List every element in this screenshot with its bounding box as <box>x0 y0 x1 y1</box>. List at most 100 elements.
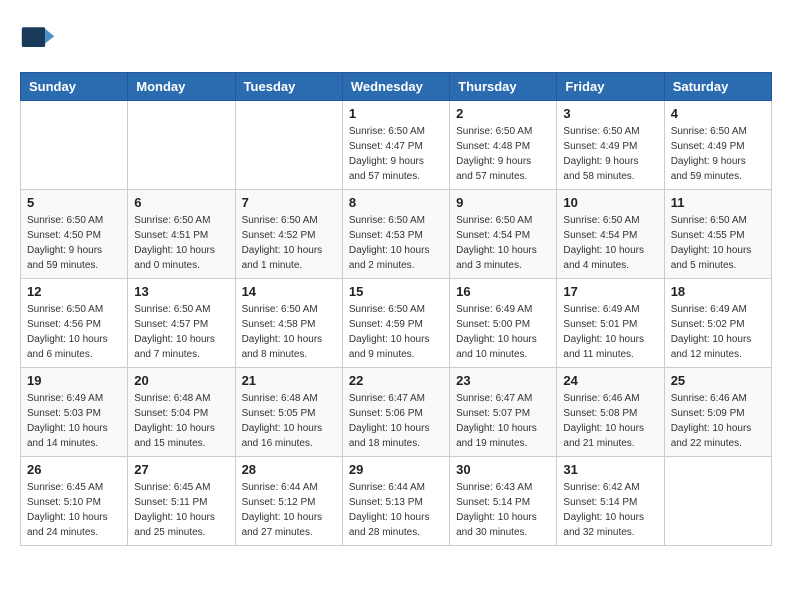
column-header-sunday: Sunday <box>21 73 128 101</box>
day-info: Sunrise: 6:46 AM Sunset: 5:08 PM Dayligh… <box>563 391 657 451</box>
day-number: 15 <box>349 284 443 299</box>
calendar-day <box>128 101 235 190</box>
day-number: 19 <box>27 373 121 388</box>
day-number: 25 <box>671 373 765 388</box>
day-number: 7 <box>242 195 336 210</box>
day-number: 4 <box>671 106 765 121</box>
calendar-day: 4 Sunrise: 6:50 AM Sunset: 4:49 PM Daylig… <box>664 101 771 190</box>
calendar-day: 22Sunrise: 6:47 AM Sunset: 5:06 PM Dayli… <box>342 368 449 457</box>
day-number: 27 <box>134 462 228 477</box>
column-header-wednesday: Wednesday <box>342 73 449 101</box>
column-header-friday: Friday <box>557 73 664 101</box>
day-number: 24 <box>563 373 657 388</box>
logo-icon <box>20 20 56 56</box>
day-number: 12 <box>27 284 121 299</box>
calendar-day: 3 Sunrise: 6:50 AM Sunset: 4:49 PM Daylig… <box>557 101 664 190</box>
day-number: 6 <box>134 195 228 210</box>
calendar-day: 16 Sunrise: 6:49 AM Sunset: 5:00 PM Dayli… <box>450 279 557 368</box>
day-number: 31 <box>563 462 657 477</box>
calendar-day: 29Sunrise: 6:44 AM Sunset: 5:13 PM Dayli… <box>342 457 449 546</box>
day-info: Sunrise: 6:50 AM Sunset: 4:51 PM Dayligh… <box>134 213 228 273</box>
calendar-day <box>21 101 128 190</box>
day-info: Sunrise: 6:48 AM Sunset: 5:04 PM Dayligh… <box>134 391 228 451</box>
calendar-week-4: 19 Sunrise: 6:49 AM Sunset: 5:03 PM Dayli… <box>21 368 772 457</box>
day-info: Sunrise: 6:49 AM Sunset: 5:03 PM Dayligh… <box>27 391 121 451</box>
day-info: Sunrise: 6:50 AM Sunset: 4:52 PM Dayligh… <box>242 213 336 273</box>
day-info: Sunrise: 6:50 AM Sunset: 4:56 PM Dayligh… <box>27 302 121 362</box>
day-info: Sunrise: 6:49 AM Sunset: 5:00 PM Dayligh… <box>456 302 550 362</box>
calendar-day: 11Sunrise: 6:50 AM Sunset: 4:55 PM Dayli… <box>664 190 771 279</box>
calendar-day: 18 Sunrise: 6:49 AM Sunset: 5:02 PM Dayli… <box>664 279 771 368</box>
calendar-day: 28 Sunrise: 6:44 AM Sunset: 5:12 PM Dayli… <box>235 457 342 546</box>
calendar-day <box>235 101 342 190</box>
logo <box>20 20 60 56</box>
day-number: 14 <box>242 284 336 299</box>
calendar-day: 31Sunrise: 6:42 AM Sunset: 5:14 PM Dayli… <box>557 457 664 546</box>
calendar-day: 1 Sunrise: 6:50 AM Sunset: 4:47 PM Daylig… <box>342 101 449 190</box>
day-info: Sunrise: 6:50 AM Sunset: 4:50 PM Dayligh… <box>27 213 121 273</box>
day-info: Sunrise: 6:50 AM Sunset: 4:58 PM Dayligh… <box>242 302 336 362</box>
column-header-saturday: Saturday <box>664 73 771 101</box>
day-number: 26 <box>27 462 121 477</box>
day-number: 20 <box>134 373 228 388</box>
day-info: Sunrise: 6:50 AM Sunset: 4:59 PM Dayligh… <box>349 302 443 362</box>
day-number: 1 <box>349 106 443 121</box>
calendar-day: 24 Sunrise: 6:46 AM Sunset: 5:08 PM Dayli… <box>557 368 664 457</box>
day-info: Sunrise: 6:50 AM Sunset: 4:55 PM Dayligh… <box>671 213 765 273</box>
column-header-thursday: Thursday <box>450 73 557 101</box>
day-number: 8 <box>349 195 443 210</box>
column-header-tuesday: Tuesday <box>235 73 342 101</box>
day-info: Sunrise: 6:50 AM Sunset: 4:47 PM Dayligh… <box>349 124 443 184</box>
day-number: 21 <box>242 373 336 388</box>
page-header <box>20 20 772 56</box>
calendar-day: 7 Sunrise: 6:50 AM Sunset: 4:52 PM Daylig… <box>235 190 342 279</box>
day-info: Sunrise: 6:50 AM Sunset: 4:54 PM Dayligh… <box>456 213 550 273</box>
calendar-day: 8 Sunrise: 6:50 AM Sunset: 4:53 PM Daylig… <box>342 190 449 279</box>
day-info: Sunrise: 6:44 AM Sunset: 5:13 PM Dayligh… <box>349 480 443 540</box>
calendar-day: 6 Sunrise: 6:50 AM Sunset: 4:51 PM Daylig… <box>128 190 235 279</box>
calendar-week-1: 1 Sunrise: 6:50 AM Sunset: 4:47 PM Daylig… <box>21 101 772 190</box>
day-info: Sunrise: 6:45 AM Sunset: 5:11 PM Dayligh… <box>134 480 228 540</box>
day-info: Sunrise: 6:43 AM Sunset: 5:14 PM Dayligh… <box>456 480 550 540</box>
day-number: 16 <box>456 284 550 299</box>
day-number: 13 <box>134 284 228 299</box>
calendar-day: 5 Sunrise: 6:50 AM Sunset: 4:50 PM Daylig… <box>21 190 128 279</box>
day-number: 17 <box>563 284 657 299</box>
day-info: Sunrise: 6:50 AM Sunset: 4:53 PM Dayligh… <box>349 213 443 273</box>
calendar-day: 13 Sunrise: 6:50 AM Sunset: 4:57 PM Dayli… <box>128 279 235 368</box>
day-number: 2 <box>456 106 550 121</box>
calendar-day: 10Sunrise: 6:50 AM Sunset: 4:54 PM Dayli… <box>557 190 664 279</box>
day-number: 23 <box>456 373 550 388</box>
calendar-day: 17 Sunrise: 6:49 AM Sunset: 5:01 PM Dayli… <box>557 279 664 368</box>
day-info: Sunrise: 6:44 AM Sunset: 5:12 PM Dayligh… <box>242 480 336 540</box>
day-info: Sunrise: 6:46 AM Sunset: 5:09 PM Dayligh… <box>671 391 765 451</box>
day-info: Sunrise: 6:50 AM Sunset: 4:49 PM Dayligh… <box>563 124 657 184</box>
calendar-day: 26 Sunrise: 6:45 AM Sunset: 5:10 PM Dayli… <box>21 457 128 546</box>
calendar-day: 15 Sunrise: 6:50 AM Sunset: 4:59 PM Dayli… <box>342 279 449 368</box>
day-info: Sunrise: 6:49 AM Sunset: 5:02 PM Dayligh… <box>671 302 765 362</box>
calendar-week-3: 12 Sunrise: 6:50 AM Sunset: 4:56 PM Dayli… <box>21 279 772 368</box>
day-info: Sunrise: 6:45 AM Sunset: 5:10 PM Dayligh… <box>27 480 121 540</box>
day-info: Sunrise: 6:50 AM Sunset: 4:48 PM Dayligh… <box>456 124 550 184</box>
day-number: 9 <box>456 195 550 210</box>
day-number: 28 <box>242 462 336 477</box>
calendar-week-5: 26 Sunrise: 6:45 AM Sunset: 5:10 PM Dayli… <box>21 457 772 546</box>
day-number: 10 <box>563 195 657 210</box>
calendar-day: 9 Sunrise: 6:50 AM Sunset: 4:54 PM Daylig… <box>450 190 557 279</box>
column-header-monday: Monday <box>128 73 235 101</box>
calendar-day: 30Sunrise: 6:43 AM Sunset: 5:14 PM Dayli… <box>450 457 557 546</box>
day-number: 18 <box>671 284 765 299</box>
day-info: Sunrise: 6:50 AM Sunset: 4:49 PM Dayligh… <box>671 124 765 184</box>
day-info: Sunrise: 6:49 AM Sunset: 5:01 PM Dayligh… <box>563 302 657 362</box>
calendar-day: 20 Sunrise: 6:48 AM Sunset: 5:04 PM Dayli… <box>128 368 235 457</box>
day-number: 3 <box>563 106 657 121</box>
day-number: 5 <box>27 195 121 210</box>
day-info: Sunrise: 6:47 AM Sunset: 5:06 PM Dayligh… <box>349 391 443 451</box>
calendar-day: 23Sunrise: 6:47 AM Sunset: 5:07 PM Dayli… <box>450 368 557 457</box>
calendar-day: 19 Sunrise: 6:49 AM Sunset: 5:03 PM Dayli… <box>21 368 128 457</box>
calendar-day: 25 Sunrise: 6:46 AM Sunset: 5:09 PM Dayli… <box>664 368 771 457</box>
calendar-day: 27 Sunrise: 6:45 AM Sunset: 5:11 PM Dayli… <box>128 457 235 546</box>
day-info: Sunrise: 6:50 AM Sunset: 4:57 PM Dayligh… <box>134 302 228 362</box>
day-info: Sunrise: 6:48 AM Sunset: 5:05 PM Dayligh… <box>242 391 336 451</box>
calendar-day <box>664 457 771 546</box>
